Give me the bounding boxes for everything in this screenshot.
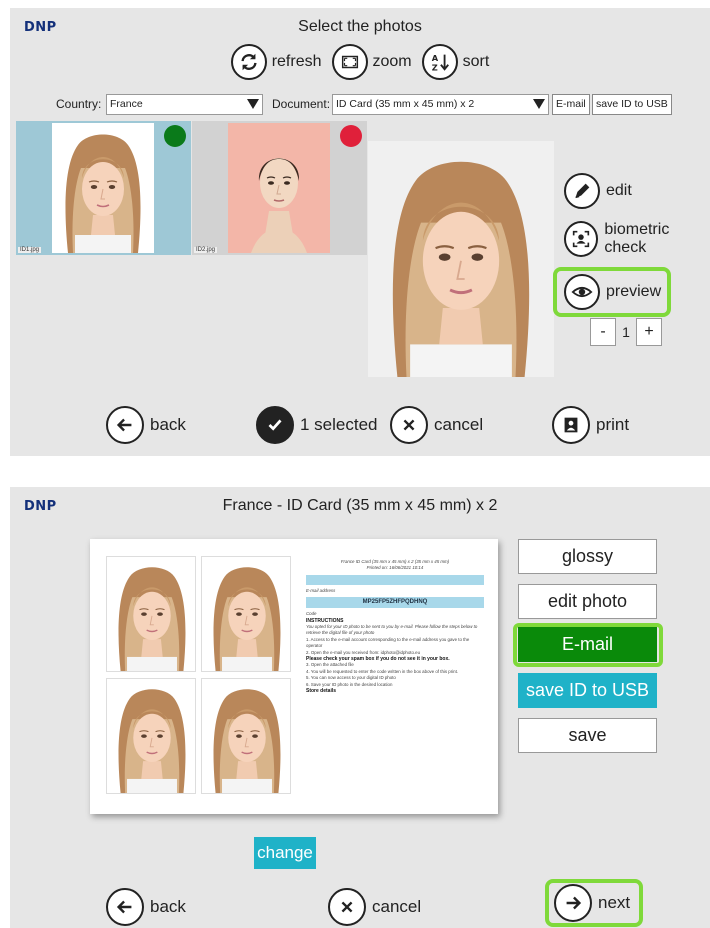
- page-title: France - ID Card (35 mm x 45 mm) x 2: [222, 497, 498, 514]
- sort-icon: AZ: [421, 44, 458, 80]
- document-label: Document:: [272, 97, 331, 111]
- cancel-button[interactable]: cancel: [328, 888, 421, 926]
- store-details: Store details: [306, 688, 337, 695]
- face-scan-icon: [564, 221, 599, 257]
- email-button[interactable]: E-mail: [518, 627, 657, 662]
- code-box: MP25FP5ZHFPQDHNQ: [306, 597, 484, 609]
- photo-copy-3: [106, 678, 196, 794]
- copies-stepper: - 1 +: [590, 318, 662, 346]
- thumbnail-filename: ID1.jpg: [18, 247, 42, 253]
- instruction-step: 1. Access to the e-mail account correspo…: [306, 636, 470, 649]
- email-address-label: E-mail address: [306, 587, 336, 593]
- instructions-intro: You opted for your ID photo to be sent t…: [306, 624, 478, 636]
- save-usb-button[interactable]: save ID to USB: [518, 673, 657, 708]
- close-icon: [390, 406, 428, 444]
- toolbar: refresh zoom AZ sort: [10, 44, 710, 80]
- next-label: next: [598, 893, 631, 912]
- refresh-button[interactable]: refresh: [230, 44, 322, 80]
- back-label: back: [150, 415, 186, 434]
- unselected-status-dot: [340, 125, 362, 147]
- edit-photo-button[interactable]: edit photo: [518, 584, 657, 619]
- next-button[interactable]: next: [545, 879, 643, 927]
- country-value: France: [110, 98, 143, 110]
- document-select[interactable]: ID Card (35 mm x 45 mm) x 2: [332, 94, 549, 115]
- increment-button[interactable]: +: [636, 318, 662, 346]
- preview-label: preview: [606, 283, 662, 300]
- edit-label: edit: [606, 182, 632, 199]
- page-title: Select the photos: [298, 18, 422, 35]
- print-button[interactable]: print: [552, 406, 629, 444]
- refresh-icon: [230, 44, 267, 80]
- woman-portrait: [228, 123, 330, 253]
- selected-status-dot: [164, 125, 186, 147]
- change-button[interactable]: change: [254, 837, 316, 869]
- glossy-button[interactable]: glossy: [518, 539, 657, 574]
- photo-copy-2: [201, 556, 291, 672]
- check-icon: [256, 406, 294, 444]
- photo-select-screen: DNP Select the photos refresh zoom AZ so…: [10, 8, 710, 456]
- thumbnail-filename: ID2.jpg: [194, 247, 218, 253]
- sort-button[interactable]: AZ sort: [421, 44, 490, 80]
- email-bar: [306, 574, 484, 585]
- id-portrait-icon: [552, 406, 590, 444]
- back-button[interactable]: back: [106, 888, 186, 926]
- country-select[interactable]: France: [106, 94, 263, 115]
- eye-icon: [564, 274, 600, 310]
- back-button[interactable]: back: [106, 406, 186, 444]
- sort-label: sort: [462, 53, 490, 70]
- country-label: Country:: [56, 97, 102, 111]
- girl-portrait: [52, 123, 154, 253]
- close-icon: [328, 888, 366, 926]
- arrow-right-icon: [554, 884, 592, 922]
- cancel-label: cancel: [372, 897, 422, 916]
- preview-button[interactable]: preview: [553, 267, 671, 317]
- pencil-icon: [564, 173, 600, 209]
- large-photo-preview: [368, 141, 554, 377]
- save-usb-button[interactable]: save ID to USB: [592, 94, 672, 115]
- print-sheet-preview: France ID Card (35 mm x 45 mm) x 2 (35 m…: [90, 539, 498, 814]
- arrow-left-icon: [106, 406, 144, 444]
- selector-row: Country: France Document: ID Card (35 mm…: [10, 94, 710, 116]
- save-button[interactable]: save: [518, 718, 657, 753]
- selection-count: 1 selected: [256, 406, 378, 444]
- print-preview-screen: DNP France - ID Card (35 mm x 45 mm) x 2…: [10, 487, 710, 928]
- arrow-left-icon: [106, 888, 144, 926]
- photo-copy-1: [106, 556, 196, 672]
- sheet-printed-date: Printed on: 16/06/2021 10:14: [366, 565, 424, 571]
- photo-thumbnail-2[interactable]: ID2.jpg: [192, 121, 367, 255]
- cancel-button[interactable]: cancel: [390, 406, 483, 444]
- edit-button[interactable]: edit: [564, 173, 632, 209]
- zoom-icon: [331, 44, 368, 80]
- zoom-label: zoom: [372, 53, 412, 70]
- email-button[interactable]: E-mail: [552, 94, 590, 115]
- selected-count-label: 1 selected: [300, 415, 378, 434]
- cancel-label: cancel: [434, 415, 484, 434]
- document-value: ID Card (35 mm x 45 mm) x 2: [336, 98, 475, 110]
- copies-value: 1: [622, 324, 630, 340]
- dropdown-arrow-icon: [533, 99, 545, 109]
- print-label: print: [596, 415, 630, 434]
- biometric-label: biometric check: [604, 221, 670, 256]
- decrement-button[interactable]: -: [590, 318, 616, 346]
- dropdown-arrow-icon: [247, 99, 259, 109]
- sheet-instructions: France ID Card (35 mm x 45 mm) x 2 (35 m…: [306, 559, 484, 695]
- biometric-check-button[interactable]: biometric check: [564, 221, 710, 257]
- zoom-button[interactable]: zoom: [331, 44, 412, 80]
- photo-thumbnail-1[interactable]: ID1.jpg: [16, 121, 191, 255]
- refresh-label: refresh: [271, 53, 322, 70]
- back-label: back: [150, 897, 186, 916]
- photo-copy-4: [201, 678, 291, 794]
- svg-text:Z: Z: [431, 62, 437, 72]
